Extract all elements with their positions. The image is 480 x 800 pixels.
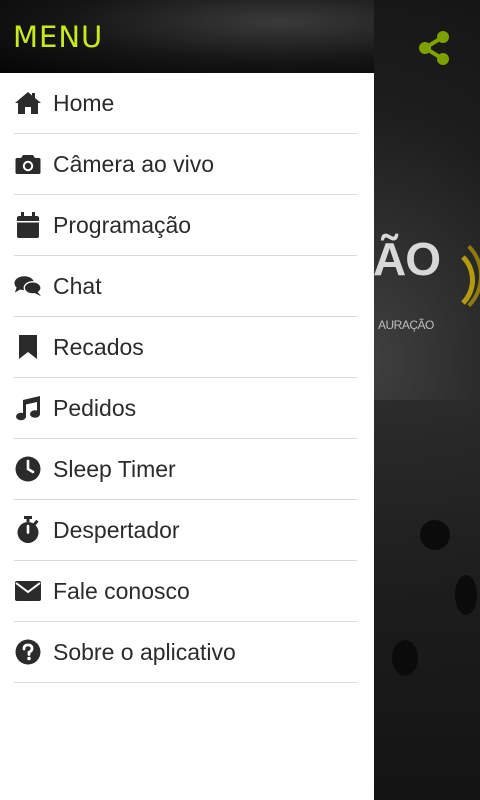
drawer-header: MENU [0, 0, 374, 73]
menu-item-chat[interactable]: Chat [14, 256, 357, 317]
stopwatch-icon [14, 516, 42, 544]
menu-item-label: Sobre o aplicativo [53, 638, 236, 665]
background-knob [455, 575, 477, 615]
menu-item-home[interactable]: Home [14, 73, 357, 134]
menu-item-label: Sleep Timer [53, 455, 176, 482]
camera-icon [14, 150, 42, 178]
background-knob [420, 520, 450, 550]
question-circle-icon [14, 638, 42, 666]
menu-item-label: Pedidos [53, 394, 137, 421]
menu-item-label: Programação [53, 211, 192, 238]
background-knob [392, 640, 418, 676]
menu-item-label: Recados [53, 333, 144, 360]
menu-item-label: Câmera ao vivo [53, 150, 215, 177]
music-icon [14, 394, 42, 422]
menu-item-requests[interactable]: Pedidos [14, 378, 357, 439]
menu-item-contact[interactable]: Fale conosco [14, 561, 357, 622]
menu-item-messages[interactable]: Recados [14, 317, 357, 378]
envelope-icon [14, 577, 42, 605]
menu-item-label: Home [53, 89, 115, 116]
menu-item-label: Fale conosco [53, 577, 190, 604]
menu-item-camera[interactable]: Câmera ao vivo [14, 134, 357, 195]
home-icon [14, 89, 42, 117]
calendar-icon [14, 211, 42, 239]
menu-item-sleep-timer[interactable]: Sleep Timer [14, 439, 357, 500]
bookmark-icon [14, 333, 42, 361]
menu-item-about[interactable]: Sobre o aplicativo [14, 622, 357, 683]
menu-item-alarm[interactable]: Despertador [14, 500, 357, 561]
background-logo-subtext: AURAÇÃO [378, 318, 434, 332]
menu-item-schedule[interactable]: Programação [14, 195, 357, 256]
navigation-drawer: MENU Home Câmera ao vivo Programação Cha… [0, 0, 374, 800]
share-button[interactable] [414, 28, 454, 68]
menu-item-label: Chat [53, 272, 102, 299]
drawer-title: MENU [13, 20, 104, 54]
chat-icon [14, 272, 42, 300]
clock-icon [14, 455, 42, 483]
menu-list: Home Câmera ao vivo Programação Chat Rec… [0, 73, 374, 683]
share-icon [419, 31, 449, 65]
menu-item-label: Despertador [53, 516, 180, 543]
background-logo-arc [395, 232, 480, 320]
